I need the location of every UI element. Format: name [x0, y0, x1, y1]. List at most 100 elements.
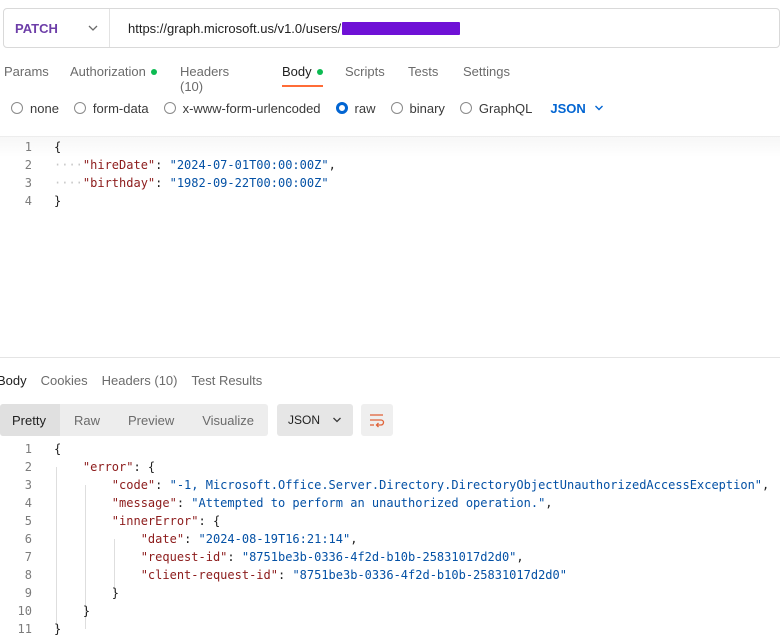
code-line: 2 "error": {: [0, 458, 769, 476]
json-punct: }: [82, 604, 91, 618]
redacted-user-id: [342, 21, 461, 35]
tab-label: Body: [0, 373, 27, 388]
tab-label: Headers (10): [180, 64, 230, 94]
json-string: "8751be3b-0336-4f2d-b10b-25831017d2d0": [292, 568, 567, 582]
response-body-code: 1{2 "error": {3 "code": "-1, Microsoft.O…: [0, 440, 770, 638]
response-tab-test-results[interactable]: Test Results: [191, 370, 262, 391]
view-mode-preview[interactable]: Preview: [114, 404, 188, 436]
code-text: }: [32, 620, 61, 638]
code-text: ····"birthday": "1982-09-22T00:00:00Z": [32, 174, 329, 192]
tab-label: Params: [4, 64, 49, 79]
raw-format-dropdown[interactable]: JSON: [550, 101, 603, 116]
json-string: "8751be3b-0336-4f2d-b10b-25831017d2d0": [241, 550, 517, 564]
line-number: 1: [24, 140, 32, 154]
view-mode-raw[interactable]: Raw: [60, 404, 114, 436]
json-key: "client-request-id": [140, 568, 278, 582]
line-number: 3: [24, 478, 32, 492]
view-mode-pretty[interactable]: Pretty: [0, 404, 60, 436]
code-text: "innerError": {: [32, 512, 220, 530]
json-key: "birthday": [82, 176, 156, 190]
body-type-raw[interactable]: raw: [335, 100, 376, 116]
code-line: 7 "request-id": "8751be3b-0336-4f2d-b10b…: [0, 548, 769, 566]
code-text: "error": {: [32, 458, 155, 476]
status-dot: [150, 68, 157, 75]
response-tab-headers-10[interactable]: Headers (10): [102, 370, 178, 391]
response-tab-cookies[interactable]: Cookies: [41, 370, 88, 391]
tab-params[interactable]: Params: [4, 58, 49, 85]
code-line: 8 "client-request-id": "8751be3b-0336-4f…: [0, 566, 769, 584]
line-number: 2: [24, 460, 32, 474]
tab-body[interactable]: Body: [282, 58, 323, 87]
json-punct: : {: [198, 514, 221, 528]
indent-whitespace: ····: [54, 158, 83, 172]
radio-label: raw: [354, 100, 376, 116]
url-input[interactable]: https://graph.microsoft.us/v1.0/users/: [110, 20, 461, 36]
body-type-form-data[interactable]: form-data: [73, 100, 149, 116]
radio-label: form-data: [92, 100, 149, 116]
radio-icon: [459, 102, 472, 114]
wrap-lines-button[interactable]: [361, 404, 394, 436]
json-string: "2024-07-01T00:00:00Z": [169, 158, 329, 172]
method-dropdown[interactable]: PATCH: [4, 9, 110, 47]
json-punct: :: [155, 158, 170, 172]
tab-label: Authorization: [70, 64, 146, 79]
json-punct: : {: [133, 460, 156, 474]
body-type-none[interactable]: none: [11, 101, 59, 116]
request-url-bar: PATCH https://graph.microsoft.us/v1.0/us…: [3, 8, 780, 48]
request-body-editor[interactable]: 1{2 ····"hireDate": "2024-07-01T00:00:00Z…: [0, 136, 780, 358]
tab-label: Headers (10): [101, 373, 178, 388]
view-mode-switcher: Pretty Raw Preview Visualize: [0, 404, 269, 436]
code-text: "request-id": "8751be3b-0336-4f2d-b10b-2…: [32, 548, 524, 566]
code-text: }: [32, 602, 90, 620]
json-key: "hireDate": [82, 158, 156, 172]
tab-authorization[interactable]: Authorization: [70, 58, 157, 85]
url-text: https://graph.microsoft.us/v1.0/users/: [128, 20, 342, 36]
code-line: 6 "date": "2024-08-19T16:21:14",: [0, 530, 769, 548]
tab-scripts[interactable]: Scripts: [345, 58, 385, 85]
code-line: 3 "code": "-1, Microsoft.Office.Server.D…: [0, 476, 770, 494]
json-string: "-1, Microsoft.Office.Server.Directory.D…: [169, 478, 763, 492]
radio-icon: [73, 102, 86, 114]
chevron-down-icon: [333, 417, 342, 423]
response-format-dropdown[interactable]: JSON: [277, 404, 354, 436]
radio-icon: [11, 102, 23, 114]
body-type-binary[interactable]: binary: [390, 100, 445, 116]
json-punct: }: [111, 586, 120, 600]
code-text: {: [32, 440, 61, 458]
tab-tests[interactable]: Tests: [408, 58, 438, 85]
json-key: "error": [82, 460, 134, 474]
wrap-lines-icon: [370, 414, 385, 428]
tab-headers-10[interactable]: Headers (10): [180, 58, 229, 100]
code-line: 1{: [0, 138, 336, 156]
line-number: 2: [24, 158, 32, 172]
tab-label: Settings: [463, 64, 510, 79]
tab-label: Test Results: [191, 373, 263, 388]
radio-label: none: [30, 100, 59, 116]
code-line: 1{: [0, 440, 769, 458]
code-line: 3 ····"birthday": "1982-09-22T00:00:00Z": [0, 174, 336, 192]
tab-label: Scripts: [345, 64, 385, 79]
view-mode-visualize[interactable]: Visualize: [188, 404, 268, 436]
chevron-down-icon: [594, 105, 603, 111]
code-text: }: [32, 584, 119, 602]
json-punct: }: [54, 194, 62, 208]
code-line: 2 ····"hireDate": "2024-07-01T00:00:00Z",: [0, 156, 336, 174]
radio-icon: [335, 102, 348, 114]
response-toolbar: Pretty Raw Preview Visualize JSON: [0, 404, 394, 436]
json-key: "request-id": [140, 550, 228, 564]
line-number: 4: [24, 496, 32, 510]
code-text: ····"hireDate": "2024-07-01T00:00:00Z",: [32, 156, 336, 174]
tab-settings[interactable]: Settings: [463, 58, 510, 85]
body-type-graphql[interactable]: GraphQL: [459, 101, 532, 116]
json-key: "date": [140, 532, 185, 546]
response-tab-body[interactable]: Body: [0, 370, 27, 391]
radio-label: binary: [409, 100, 445, 116]
pane-divider[interactable]: [0, 357, 780, 358]
body-type-x-www-form-urlencoded[interactable]: x-www-form-urlencoded: [163, 101, 321, 116]
